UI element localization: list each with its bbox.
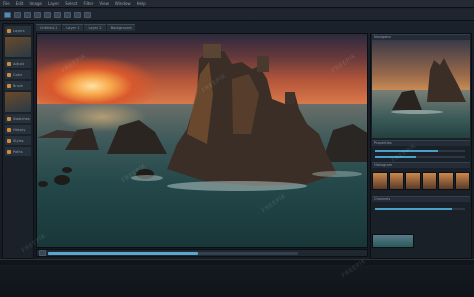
panel-row-label: Layers [13,28,25,33]
tower [257,56,269,72]
tab-background[interactable]: Background [106,24,136,31]
eraser-icon[interactable] [54,11,61,18]
frame-thumb[interactable] [372,172,388,190]
menu-bar: File Edit Image Layer Select Filter View… [0,0,474,8]
text-icon[interactable] [74,11,81,18]
preview-foam [391,110,443,114]
panel-row-label: Styles [13,138,24,143]
tab-layer-1[interactable]: Layer 1 [62,24,84,31]
panel-row-label: History [13,127,26,132]
wave-foam [312,171,362,177]
preview-rock [392,90,422,110]
panel-row-brush[interactable]: Brush [5,81,31,90]
brush-icon [7,83,11,88]
menu-item-select[interactable]: Select [65,1,77,6]
right-panel: Navigator Properties Histogram Channels [370,33,472,259]
panel-row-history[interactable]: History [5,125,31,134]
panel-row-label: Brush [13,83,24,88]
navigator-preview[interactable] [372,40,470,138]
layer-thumbnail[interactable] [5,37,31,57]
timeline [36,249,368,257]
property-slider[interactable] [375,150,465,152]
tab-untitled[interactable]: Untitled-1 [36,24,62,31]
preview-rocks [391,58,466,114]
image-canvas[interactable] [36,33,368,248]
menu-item-help[interactable]: Help [137,1,146,6]
tower [203,44,221,58]
document-tabs: Untitled-1 Layer 1 Layer 2 Background [36,24,368,31]
styles-icon [7,138,11,143]
bottom-dock [0,266,474,297]
menu-item-layer[interactable]: Layer [48,1,59,6]
timeline-progress [48,251,198,255]
toolbar [0,9,474,21]
frame-thumb[interactable] [454,172,470,190]
panel-row-layers[interactable]: Layers [5,26,31,35]
swatch-thumbnail[interactable] [5,92,31,112]
left-tool-panel: Layers Adjust Color Brush Swatches Histo… [2,23,34,259]
panel-row-label: Swatches [13,116,30,121]
mid-rock [107,120,167,154]
frame-strip [372,172,470,190]
panel-row-label: Color [13,72,23,77]
frame-thumb[interactable] [405,172,421,190]
channels-header[interactable]: Channels [372,196,470,202]
panel-row-label: Paths [13,149,23,154]
tower [285,92,295,104]
menu-item-window[interactable]: Window [115,1,131,6]
paths-icon [7,149,11,154]
menu-item-view[interactable]: View [99,1,109,6]
gradient-icon[interactable] [64,11,71,18]
small-rock [62,167,72,173]
small-rock [54,175,70,185]
menu-item-filter[interactable]: Filter [83,1,93,6]
panel-row-label: Adjust [13,61,24,66]
panel-row-paths[interactable]: Paths [5,147,31,156]
editor-window: File Edit Image Layer Select Filter View… [0,0,474,297]
sea-stacks [37,44,367,191]
crop-icon[interactable] [34,11,41,18]
swatches-icon [7,116,11,121]
frame-thumb[interactable] [388,172,404,190]
channel-slider[interactable] [375,208,465,210]
play-icon[interactable] [39,250,46,256]
frame-thumb[interactable] [438,172,454,190]
slider-fill [375,208,452,210]
menu-item-edit[interactable]: Edit [16,1,24,6]
color-icon [7,72,11,77]
timeline-track[interactable] [48,251,298,255]
panel-row-adjust[interactable]: Adjust [5,59,31,68]
property-slider[interactable] [375,156,465,158]
layers-icon [7,28,11,33]
status-bar [0,259,474,265]
preview-castle [427,58,466,102]
brush-icon[interactable] [44,11,51,18]
tab-layer-2[interactable]: Layer 2 [84,24,106,31]
menu-item-image[interactable]: Image [29,1,42,6]
panel-row-swatches[interactable]: Swatches [5,114,31,123]
panel-row-color[interactable]: Color [5,70,31,79]
frame-thumb[interactable] [421,172,437,190]
lasso-icon[interactable] [24,11,31,18]
menu-item-file[interactable]: File [3,1,10,6]
zoom-icon[interactable] [84,11,91,18]
move-icon[interactable] [4,11,11,18]
right-rock [322,124,367,162]
history-icon [7,127,11,132]
panel-row-styles[interactable]: Styles [5,136,31,145]
properties-header[interactable]: Properties [372,140,470,146]
adjust-icon [7,61,11,66]
marquee-icon[interactable] [14,11,21,18]
small-rock [38,181,48,187]
histogram-header[interactable]: Histogram [372,162,470,168]
wave-foam [167,181,307,191]
channel-thumbnail[interactable] [372,234,414,248]
